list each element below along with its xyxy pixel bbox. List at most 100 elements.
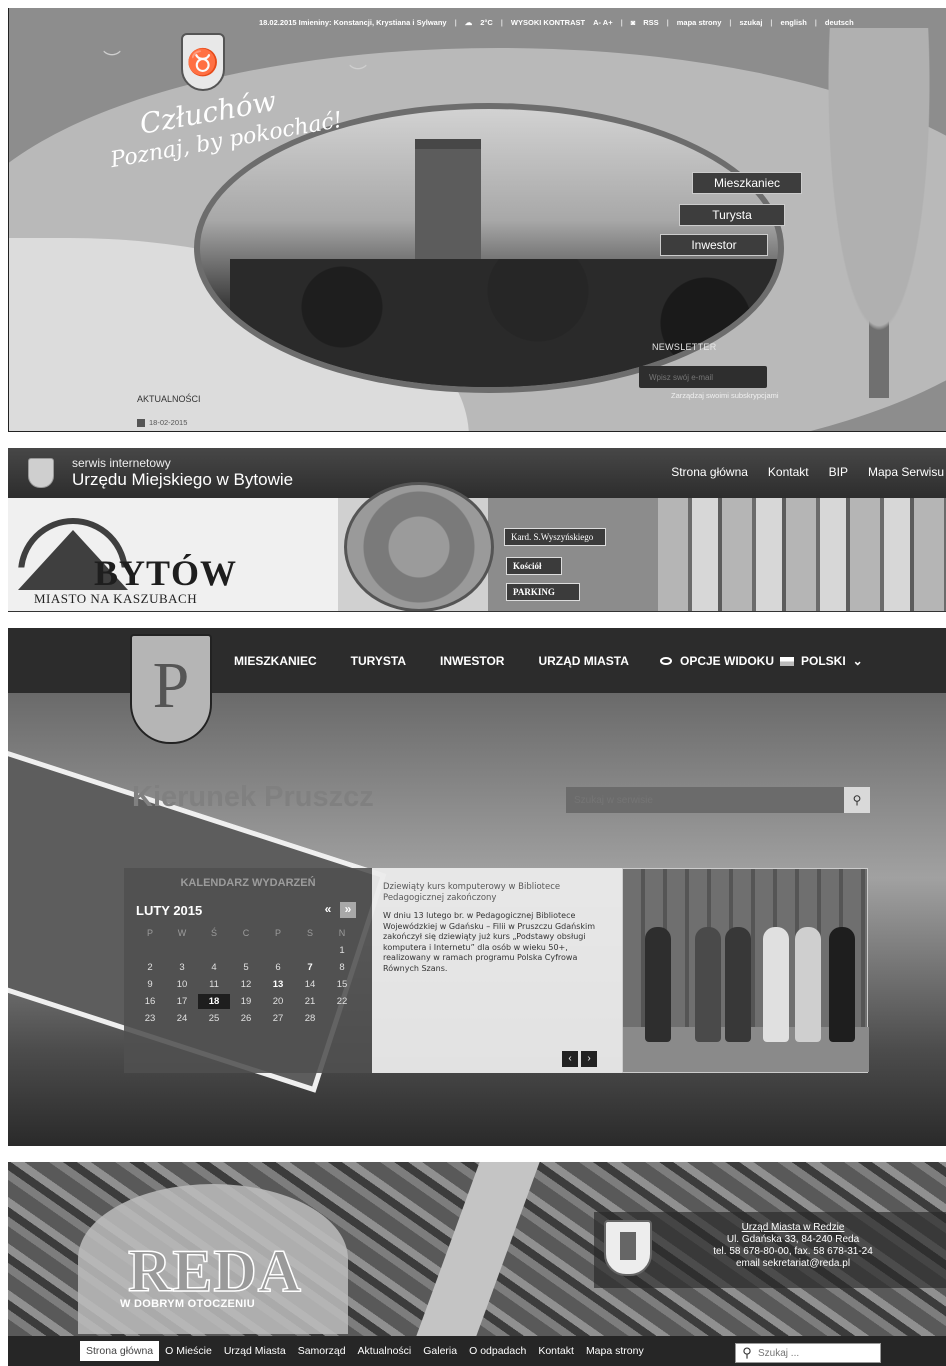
calendar-day[interactable]: 24 <box>166 1011 198 1026</box>
nav-aktualnosci[interactable]: Aktualności <box>352 1341 418 1361</box>
nav-home[interactable]: Strona główna <box>671 465 748 479</box>
photo-person <box>645 927 671 1042</box>
separator: | <box>500 18 503 27</box>
nav-sitemap[interactable]: Mapa Serwisu <box>868 465 944 479</box>
calendar-day[interactable]: 5 <box>230 960 262 975</box>
czluchow-crest-icon[interactable]: ♉ <box>181 33 225 91</box>
reda-logo-title[interactable]: REDA <box>127 1237 302 1306</box>
calendar-day[interactable]: 14 <box>294 977 326 992</box>
reda-coat-of-arms-icon <box>604 1220 652 1276</box>
calendar-day[interactable]: 16 <box>134 994 166 1009</box>
calendar-day[interactable]: 17 <box>166 994 198 1009</box>
news-next-button[interactable]: › <box>581 1051 597 1067</box>
calendar-day[interactable]: 3 <box>166 960 198 975</box>
manage-subscriptions-link[interactable]: Zarządzaj swoimi subskrypcjami <box>671 391 779 400</box>
calendar-day[interactable]: 19 <box>230 994 262 1009</box>
separator: | <box>620 18 623 27</box>
search-link[interactable]: szukaj <box>739 18 762 27</box>
service-title[interactable]: Urzędu Miejskiego w Bytowie <box>72 470 293 490</box>
news-section-title: AKTUALNOŚCI <box>137 394 201 404</box>
calendar-day <box>326 1011 358 1026</box>
nav-o-odpadach[interactable]: O odpadach <box>463 1341 532 1361</box>
separator: | <box>454 18 457 27</box>
bird-icon: ︶ <box>349 64 367 84</box>
english-link[interactable]: english <box>781 18 807 27</box>
reda-search-input[interactable] <box>758 1347 868 1359</box>
calendar-day[interactable]: 28 <box>294 1011 326 1026</box>
calendar-next-button[interactable]: » <box>340 902 356 918</box>
newsletter-email-input[interactable] <box>639 366 767 388</box>
calendar-day-name: C <box>242 928 250 938</box>
nav-urzad-miasta[interactable]: URZĄD MIASTA <box>538 654 628 668</box>
calendar-day[interactable]: 4 <box>198 960 230 975</box>
calendar-day-name: N <box>338 928 346 938</box>
view-options-button[interactable]: OPCJE WIDOKU <box>660 654 774 668</box>
calendar-day[interactable]: 23 <box>134 1011 166 1026</box>
office-email[interactable]: email sekretariat@reda.pl <box>658 1258 928 1270</box>
bytow-logo-subtitle: MIASTO NA KASZUBACH <box>34 591 198 606</box>
photo-person <box>695 927 721 1042</box>
nav-kontakt[interactable]: Kontakt <box>532 1341 580 1361</box>
calendar-day[interactable]: 8 <box>326 960 358 975</box>
calendar-day[interactable]: 26 <box>230 1011 262 1026</box>
calendar-day[interactable]: 27 <box>262 1011 294 1026</box>
news-slider: Dziewiąty kurs komputerowy w Bibliotece … <box>372 868 622 1073</box>
calendar-day[interactable]: 9 <box>134 977 166 992</box>
calendar-day[interactable]: 25 <box>198 1011 230 1026</box>
rss-link[interactable]: RSS <box>643 18 658 27</box>
calendar-day[interactable]: 10 <box>166 977 198 992</box>
calendar-day[interactable]: 6 <box>262 960 294 975</box>
menu-button-inwestor[interactable]: Inwestor <box>660 234 768 256</box>
calendar-day[interactable]: 11 <box>198 977 230 992</box>
menu-button-turysta[interactable]: Turysta <box>679 204 785 226</box>
calendar-day <box>294 943 326 958</box>
photo-person <box>725 927 751 1042</box>
street-sign: Kard. S.Wyszyńskiego <box>504 528 606 546</box>
nav-urzad-miasta[interactable]: Urząd Miasta <box>218 1341 292 1361</box>
reda-logo-subtitle: W DOBRYM OTOCZENIU <box>120 1298 255 1310</box>
separator: | <box>666 18 669 27</box>
news-headline[interactable]: Dziewiąty kurs komputerowy w Bibliotece … <box>383 882 615 904</box>
nav-inwestor[interactable]: INWESTOR <box>440 654 504 668</box>
calendar-day[interactable]: 12 <box>230 977 262 992</box>
nav-galeria[interactable]: Galeria <box>417 1341 463 1361</box>
deutsch-link[interactable]: deutsch <box>825 18 854 27</box>
search-button[interactable]: ⚲ <box>844 787 870 813</box>
bird-icon: ︶ <box>103 50 121 70</box>
high-contrast-link[interactable]: WYSOKI KONTRAST <box>511 18 585 27</box>
office-name-link[interactable]: Urząd Miasta w Redzie <box>658 1222 928 1234</box>
calendar-day[interactable]: 21 <box>294 994 326 1009</box>
nav-strona-glowna[interactable]: Strona główna <box>80 1341 160 1361</box>
pruszcz-crest-icon[interactable]: P <box>130 634 212 744</box>
calendar-day[interactable]: 1 <box>326 943 358 958</box>
calendar-day[interactable]: 18 <box>198 994 230 1009</box>
nav-o-miescie[interactable]: O Mieście <box>159 1341 218 1361</box>
rss-icon: ◙ <box>630 18 636 27</box>
font-size-controls[interactable]: A- A+ <box>593 18 613 27</box>
calendar-day[interactable]: 20 <box>262 994 294 1009</box>
pruszcz-nav: MIESZKANIEC TURYSTA INWESTOR URZĄD MIAST… <box>234 654 629 668</box>
nav-mapa-strony[interactable]: Mapa strony <box>580 1341 650 1361</box>
calendar-day[interactable]: 2 <box>134 960 166 975</box>
calendar-prev-button[interactable]: « <box>320 902 336 918</box>
nav-contact[interactable]: Kontakt <box>768 465 809 479</box>
nav-samorzad[interactable]: Samorząd <box>292 1341 352 1361</box>
calendar-day[interactable]: 22 <box>326 994 358 1009</box>
page-headline: Kierunek Pruszcz <box>132 781 374 813</box>
news-prev-button[interactable]: ‹ <box>562 1051 578 1067</box>
date-names-text: 18.02.2015 Imieniny: Konstancji, Krystia… <box>259 18 447 27</box>
bytow-logo-title[interactable]: BYTÓW <box>94 552 237 594</box>
nav-mieszkaniec[interactable]: MIESZKANIEC <box>234 654 317 668</box>
seal-icon <box>344 482 494 611</box>
menu-button-mieszkaniec[interactable]: Mieszkaniec <box>692 172 802 194</box>
search-input[interactable] <box>566 787 844 813</box>
language-selector[interactable]: POLSKI ⌄ <box>780 654 863 668</box>
sitemap-link[interactable]: mapa strony <box>677 18 722 27</box>
office-info: Urząd Miasta w Redzie Ul. Gdańska 33, 84… <box>658 1222 928 1270</box>
nav-turysta[interactable]: TURYSTA <box>351 654 406 668</box>
calendar-day[interactable]: 15 <box>326 977 358 992</box>
calendar-day[interactable]: 13 <box>262 977 294 992</box>
nav-bip[interactable]: BIP <box>829 465 848 479</box>
office-phone: tel. 58 678-80-00, fax. 58 678-31-24 <box>713 1246 873 1257</box>
calendar-day[interactable]: 7 <box>294 960 326 975</box>
